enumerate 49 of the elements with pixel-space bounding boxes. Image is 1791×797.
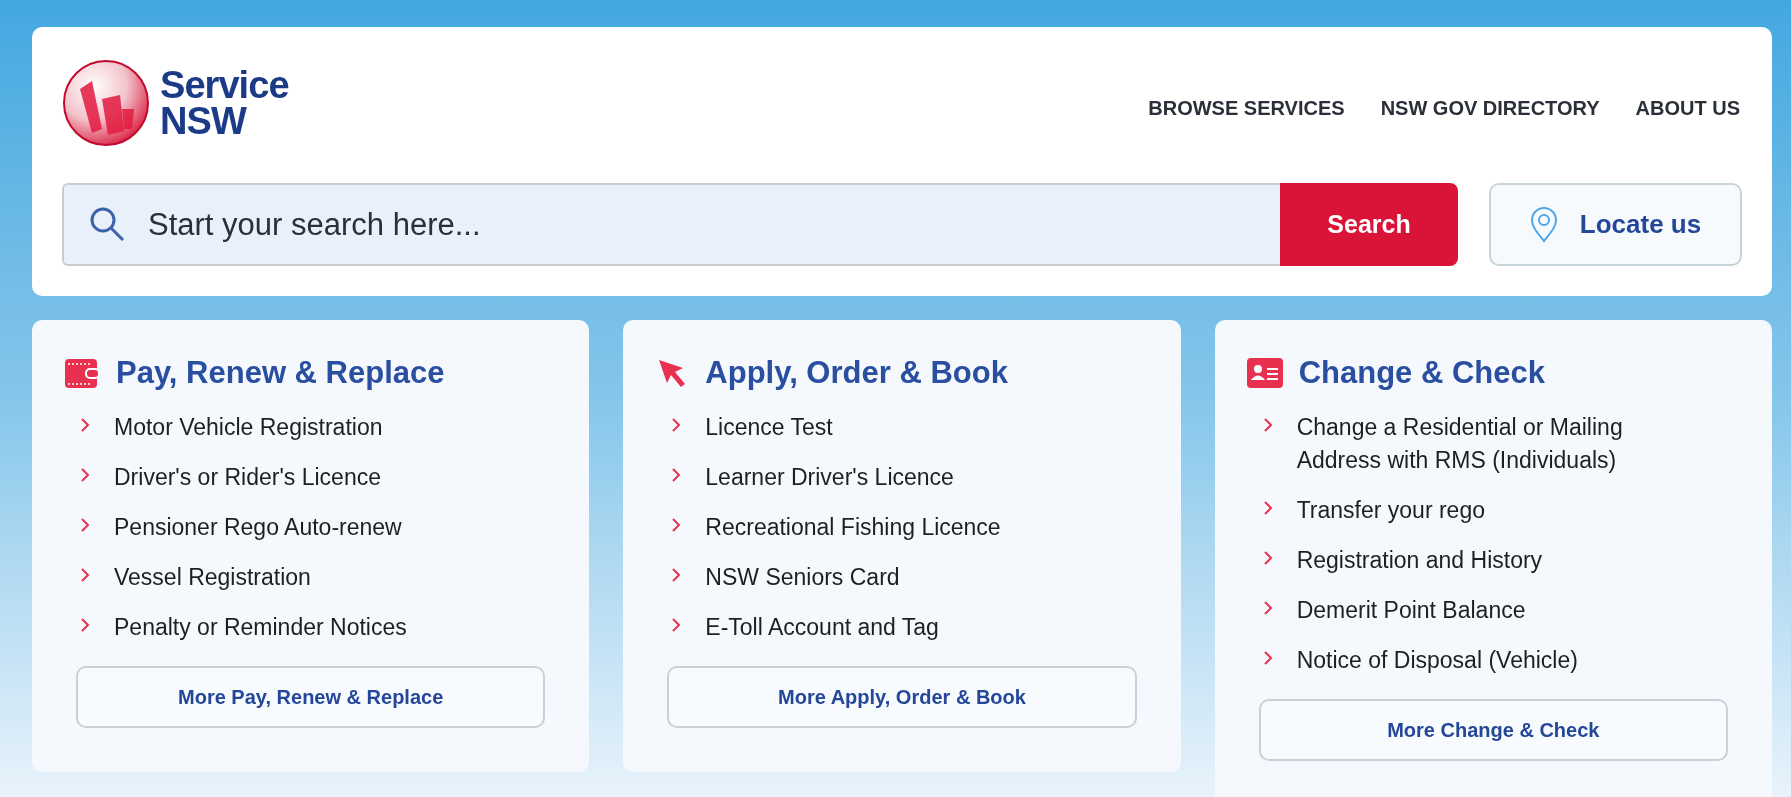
- chevron-icon: [1262, 549, 1273, 566]
- location-pin-icon: [1529, 206, 1558, 243]
- search-field[interactable]: Start your search here...: [62, 183, 1280, 266]
- service-link[interactable]: Licence Test: [705, 410, 833, 444]
- service-link[interactable]: Transfer your rego: [1296, 493, 1485, 527]
- nav-link[interactable]: ABOUT US: [1635, 93, 1740, 123]
- logo-icon: [62, 59, 150, 147]
- service-link[interactable]: Registration and History: [1296, 543, 1543, 577]
- service-link[interactable]: NSW Seniors Card: [705, 560, 900, 594]
- logo-text: NSW: [160, 103, 248, 140]
- search-button[interactable]: Search: [1280, 183, 1458, 266]
- service-link[interactable]: Motor Vehicle Registration: [114, 410, 383, 444]
- id-card-icon: [1246, 358, 1283, 389]
- chevron-icon: [1262, 649, 1273, 666]
- service-link[interactable]: Demerit Point Balance: [1296, 593, 1526, 627]
- chevron-icon: [80, 416, 90, 433]
- service-link[interactable]: Notice of Disposal (Vehicle): [1296, 643, 1578, 677]
- chevron-icon: [80, 516, 90, 533]
- chevron-icon: [671, 466, 682, 483]
- chevron-icon: [671, 516, 682, 533]
- service-link[interactable]: Penalty or Reminder Notices: [114, 610, 407, 644]
- card-title: Change & Check: [1298, 354, 1545, 392]
- chevron-icon: [1262, 599, 1273, 616]
- chevron-icon: [80, 566, 90, 583]
- more-button[interactable]: More Apply, Order & Book: [667, 665, 1137, 728]
- nav-link[interactable]: BROWSE SERVICES: [1148, 93, 1345, 123]
- service-link[interactable]: Driver's or Rider's Licence: [114, 460, 381, 494]
- service-link[interactable]: E-Toll Account and Tag: [705, 610, 939, 644]
- more-button[interactable]: More Change & Check: [1258, 698, 1728, 761]
- chevron-icon: [671, 566, 682, 583]
- more-button[interactable]: More Pay, Renew & Replace: [76, 665, 546, 728]
- service-link[interactable]: Pensioner Rego Auto-renew: [114, 510, 402, 544]
- service-link[interactable]: Vessel Registration: [114, 560, 311, 594]
- chevron-icon: [1262, 416, 1273, 433]
- card-title: Pay, Renew & Replace: [116, 354, 445, 392]
- locate-button[interactable]: Locate us: [1489, 183, 1742, 266]
- chevron-icon: [671, 416, 682, 433]
- service-link[interactable]: Recreational Fishing Licence: [705, 510, 1001, 544]
- card-title: Apply, Order & Book: [705, 354, 1008, 392]
- search-icon: [88, 205, 126, 243]
- chevron-icon: [80, 616, 90, 633]
- logo-text: Service: [160, 66, 289, 103]
- chevron-icon: [80, 466, 90, 483]
- nav-link[interactable]: NSW GOV DIRECTORY: [1380, 93, 1600, 123]
- chevron-icon: [671, 616, 682, 633]
- service-link[interactable]: Change a Residential or Mailing Address with RMS (Individuals): [1296, 410, 1687, 477]
- service-link[interactable]: Learner Driver's Licence: [705, 460, 954, 494]
- wallet-icon: [64, 356, 100, 391]
- chevron-icon: [1262, 499, 1273, 516]
